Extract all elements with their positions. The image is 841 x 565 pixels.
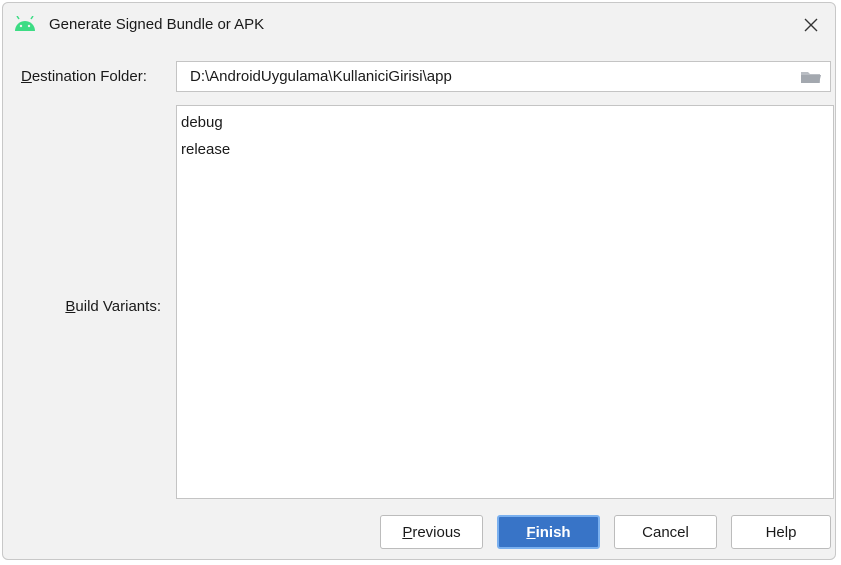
destination-folder-label: Destination Folder: — [21, 68, 147, 85]
build-variants-list[interactable]: debug release — [176, 105, 834, 499]
previous-button[interactable]: Previous — [380, 515, 483, 549]
finish-button[interactable]: Finish — [497, 515, 600, 549]
destination-folder-value[interactable]: D:\AndroidUygulama\KullaniciGirisi\app — [190, 68, 452, 85]
help-button[interactable]: Help — [731, 515, 831, 549]
destination-folder-field[interactable]: D:\AndroidUygulama\KullaniciGirisi\app — [176, 61, 831, 92]
title-bar[interactable]: Generate Signed Bundle or APK — [3, 3, 835, 47]
generate-signed-bundle-dialog: Generate Signed Bundle or APK Destinatio… — [2, 2, 836, 560]
build-variants-label: Build Variants: — [65, 298, 161, 315]
cancel-button[interactable]: Cancel — [614, 515, 717, 549]
close-icon — [804, 18, 818, 32]
list-item[interactable]: release — [181, 141, 230, 158]
close-button[interactable] — [791, 7, 831, 43]
folder-icon[interactable] — [800, 70, 822, 84]
list-item[interactable]: debug — [181, 114, 223, 131]
android-icon — [15, 16, 35, 31]
window-title: Generate Signed Bundle or APK — [49, 16, 265, 33]
